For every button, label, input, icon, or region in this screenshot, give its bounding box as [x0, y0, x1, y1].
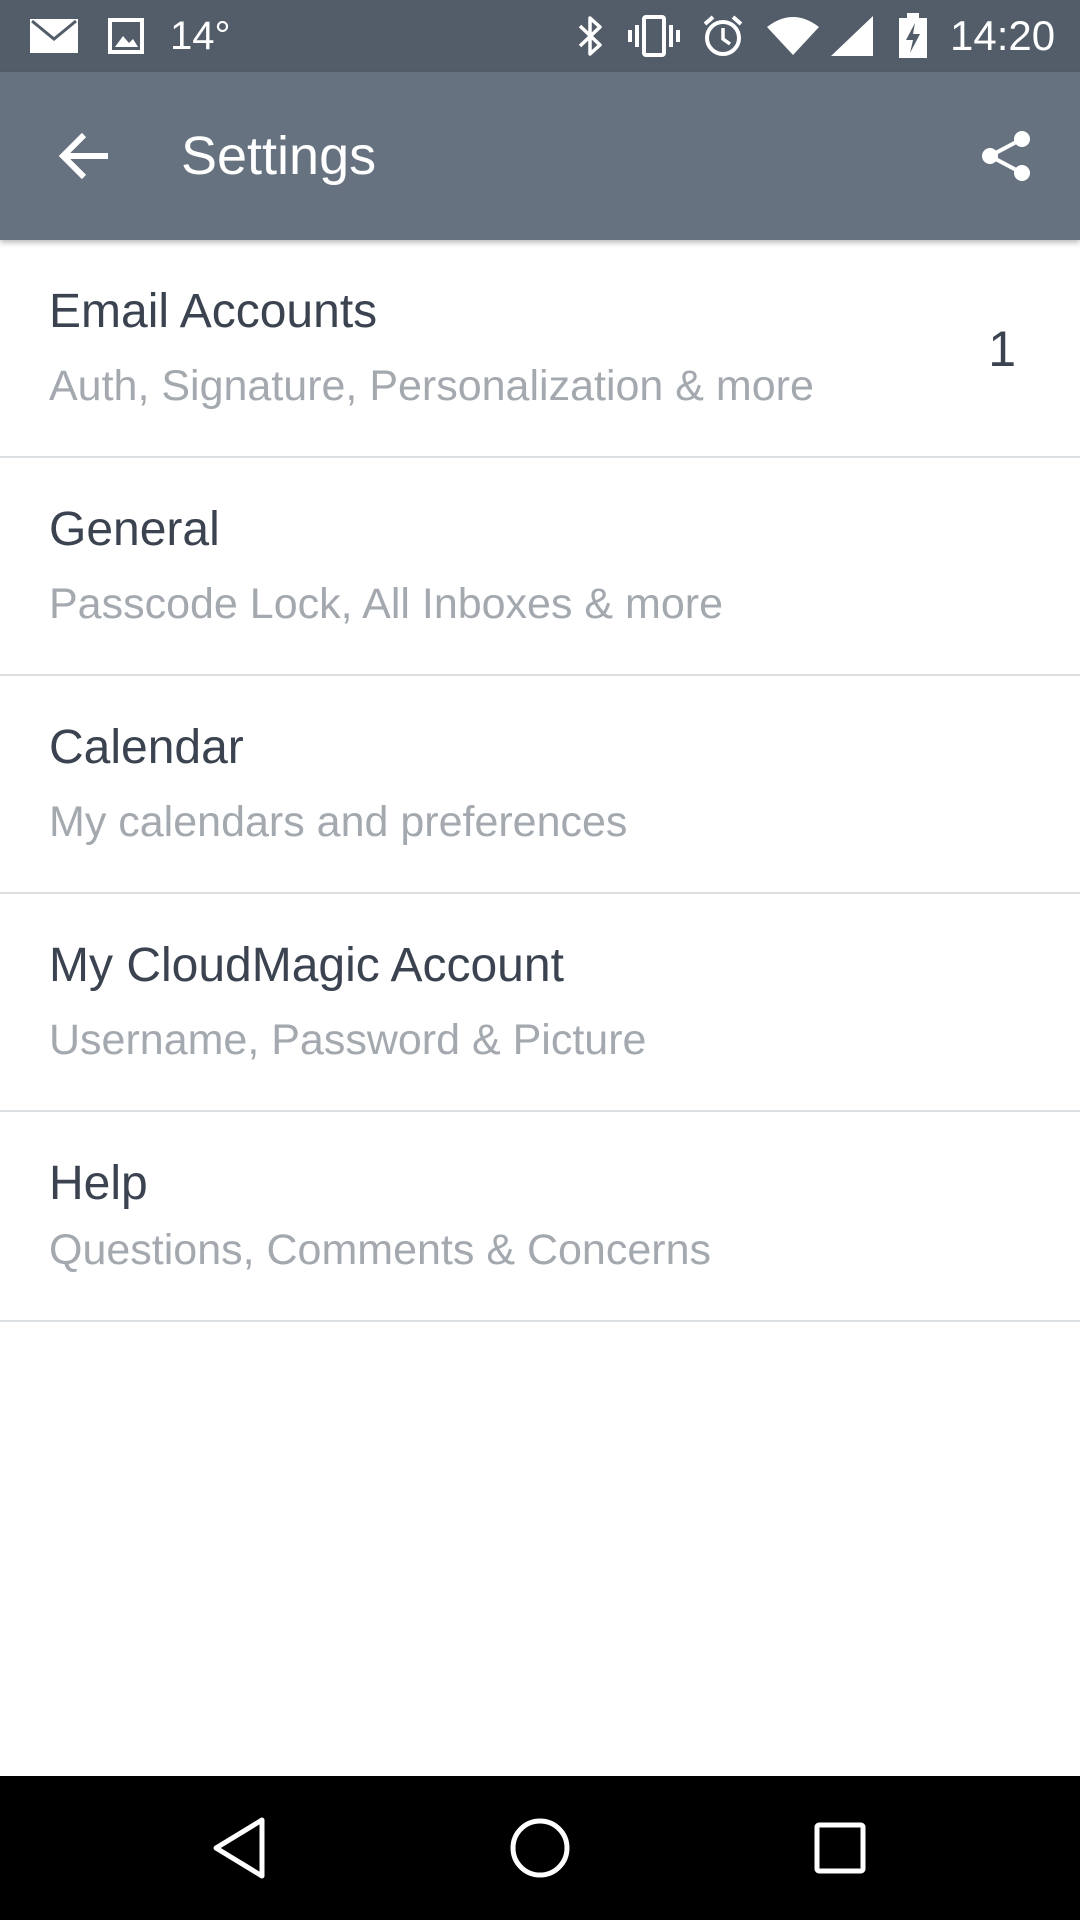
share-icon: [982, 131, 1030, 181]
navigation-bar: [0, 1776, 1080, 1920]
nav-home-icon: [510, 1818, 570, 1878]
item-subtitle: Questions, Comments & Concerns: [49, 1226, 711, 1274]
temperature-text: 14°: [170, 14, 231, 58]
status-bar: 14° 14:20: [0, 0, 1080, 72]
nav-back-icon: [213, 1817, 265, 1879]
item-title: Help: [49, 1157, 148, 1210]
mail-icon: [28, 14, 80, 58]
arrow-back-icon: [58, 132, 108, 180]
page-title: Settings: [181, 126, 377, 186]
nav-home-button[interactable]: [488, 1796, 592, 1900]
nav-recents-icon: [814, 1822, 866, 1874]
signal-icon: [828, 14, 876, 58]
item-title: General: [49, 503, 220, 556]
image-icon: [106, 14, 146, 58]
nav-recents-button[interactable]: [788, 1796, 892, 1900]
item-title: Email Accounts: [49, 285, 378, 338]
item-title: Calendar: [49, 721, 244, 774]
nav-back-button[interactable]: [188, 1796, 292, 1900]
alarm-icon: [700, 14, 746, 58]
clock-text: 14:20: [950, 12, 1056, 59]
item-subtitle: Passcode Lock, All Inboxes & more: [49, 580, 724, 628]
account-count-badge: 1: [988, 321, 1016, 377]
share-button[interactable]: [962, 112, 1050, 200]
item-subtitle: Auth, Signature, Personalization & more: [49, 362, 814, 410]
settings-list: Email Accounts Auth, Signature, Personal…: [0, 240, 1080, 1322]
settings-item-email-accounts[interactable]: Email Accounts Auth, Signature, Personal…: [0, 240, 1080, 458]
settings-item-calendar[interactable]: Calendar My calendars and preferences: [0, 676, 1080, 894]
settings-item-help[interactable]: Help Questions, Comments & Concerns: [0, 1112, 1080, 1322]
settings-item-cloudmagic-account[interactable]: My CloudMagic Account Username, Password…: [0, 894, 1080, 1112]
item-title: My CloudMagic Account: [49, 939, 564, 992]
bluetooth-icon: [572, 14, 608, 58]
app-bar: Settings: [0, 72, 1080, 240]
back-button[interactable]: [40, 112, 128, 200]
vibrate-icon: [624, 14, 684, 58]
settings-item-general[interactable]: General Passcode Lock, All Inboxes & mor…: [0, 458, 1080, 676]
item-subtitle: My calendars and preferences: [49, 798, 628, 846]
wifi-icon: [764, 14, 822, 58]
screen: 14° 14:20 Settings Email Accounts Auth, …: [0, 0, 1080, 1920]
item-subtitle: Username, Password & Picture: [49, 1016, 647, 1064]
battery-charging-icon: [896, 13, 930, 58]
